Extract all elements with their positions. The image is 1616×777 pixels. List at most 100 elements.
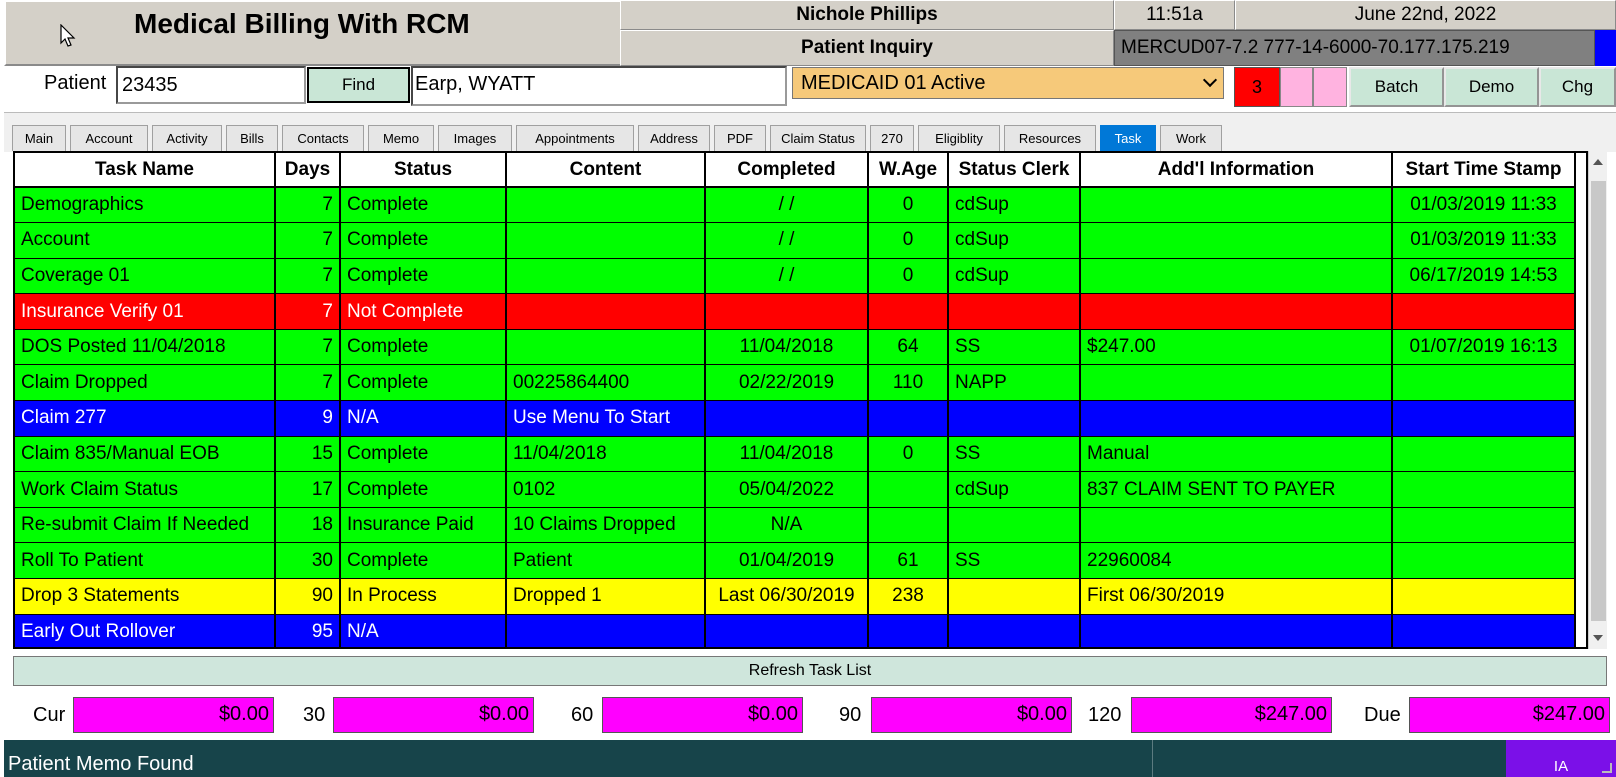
status-cell: N/A [340,400,507,437]
refresh-task-list-button[interactable]: Refresh Task List [13,656,1607,686]
grid-scrollbar[interactable] [1588,151,1607,649]
alert-count-badge[interactable]: 3 [1234,67,1280,107]
tab-memo[interactable]: Memo [368,125,434,151]
task-row[interactable]: Coverage 01 7 Complete / /0 cdSup 06/17/2019 … [15,258,1576,295]
aging-value-60: $0.00 [602,697,803,733]
content-cell [506,293,706,330]
tab-appointments[interactable]: Appointments [516,125,634,151]
task-name-cell: Claim 835/Manual EOB [15,436,276,473]
screen-title: Patient Inquiry [620,30,1114,66]
task-name-cell: DOS Posted 11/04/2018 [15,329,276,366]
patient-name-field[interactable]: Earp, WYATT [411,66,787,106]
task-grid[interactable]: Task Name Days Status Content Completed … [13,151,1588,649]
chevron-down-icon [1202,72,1218,88]
tab-claim-status[interactable]: Claim Status [770,125,866,151]
find-button[interactable]: Find [307,67,410,103]
completed-cell: Last 06/30/2019 [705,578,869,615]
status-cell: N/A [340,614,507,647]
content-cell [506,258,706,295]
tab-account[interactable]: Account [70,125,148,151]
col-task-name[interactable]: Task Name [15,153,276,188]
status-clerk-cell: cdSup [948,258,1081,295]
task-row[interactable]: Re-submit Claim If Needed 18 Insurance Pai… [15,507,1576,544]
task-row[interactable]: Early Out Rollover 95 N/A [15,614,1576,647]
col-status[interactable]: Status [340,153,507,188]
completed-cell: 02/22/2019 [705,364,869,402]
task-name-cell: Claim Dropped [15,364,276,402]
task-row[interactable]: Work Claim Status 17 Complete 0102 05/04/202… [15,471,1576,508]
w-age-cell: 64 [868,329,949,366]
task-name-cell: Account [15,222,276,259]
connection-info: MERCUD07-7.2 777-14-6000-70.177.175.219 [1114,30,1595,66]
col-days[interactable]: Days [275,153,341,188]
tab-images[interactable]: Images [438,125,512,151]
task-table: Task Name Days Status Content Completed … [15,153,1576,647]
tab-main[interactable]: Main [12,125,66,151]
tab-pdf[interactable]: PDF [714,125,766,151]
content-cell [506,329,706,366]
task-row[interactable]: Claim Dropped 7 Complete 00225864400 02/22/2… [15,364,1576,402]
flag-box-1[interactable] [1280,67,1313,107]
user-name: Nichole Phillips [620,0,1114,30]
content-cell: Patient [506,542,706,580]
task-name-cell: Coverage 01 [15,258,276,295]
status-cell: Complete [340,471,507,508]
completed-cell: 01/04/2019 [705,542,869,580]
w-age-cell: 0 [868,222,949,259]
task-name-cell: Early Out Rollover [15,614,276,647]
status-cell: Complete [340,222,507,259]
col-status-clerk[interactable]: Status Clerk [948,153,1081,188]
task-row[interactable]: Claim 277 9 N/A Use Menu To Start [15,400,1576,437]
start-time-cell [1392,364,1576,402]
scroll-thumb[interactable] [1591,181,1606,621]
content-cell [506,222,706,259]
col-addl-information[interactable]: Add'l Information [1080,153,1393,188]
start-time-cell [1392,471,1576,508]
task-row[interactable]: Roll To Patient 30 Complete Patient 01/04/20… [15,542,1576,580]
col-start-time-stamp[interactable]: Start Time Stamp [1392,153,1576,188]
ia-label: IA [1553,758,1569,775]
tab-address[interactable]: Address [638,125,710,151]
addl-info-cell: 837 CLAIM SENT TO PAYER [1080,471,1393,508]
task-row[interactable]: Demographics 7 Complete / /0 cdSup 01/03/2019… [15,187,1576,224]
tab-task[interactable]: Task [1100,125,1156,151]
col-w-age[interactable]: W.Age [868,153,949,188]
addl-info-cell: 22960084 [1080,542,1393,580]
status-cell: In Process [340,578,507,615]
status-cell: Complete [340,364,507,402]
tab-270[interactable]: 270 [870,125,914,151]
addl-info-cell: $247.00 [1080,329,1393,366]
start-time-cell: 01/07/2019 16:13 [1392,329,1576,366]
col-content[interactable]: Content [506,153,706,188]
w-age-cell [868,400,949,437]
addl-info-cell: First 06/30/2019 [1080,578,1393,615]
tab-activity[interactable]: Activity [152,125,222,151]
tab-bills[interactable]: Bills [226,125,278,151]
task-row[interactable]: Drop 3 Statements 90 In Process Dropped 1 La… [15,578,1576,615]
col-completed[interactable]: Completed [705,153,869,188]
task-row[interactable]: DOS Posted 11/04/2018 7 Complete 11/04/2018… [15,329,1576,366]
task-row[interactable]: Account 7 Complete / /0 cdSup 01/03/2019 11:3… [15,222,1576,259]
tab-eligibility[interactable]: Eligiblity [918,125,1000,151]
resize-grip-icon[interactable] [1602,763,1612,773]
ia-indicator: IA [1506,740,1616,777]
chg-button[interactable]: Chg [1539,67,1616,107]
scroll-down-arrow-icon[interactable] [1593,635,1603,641]
tab-work[interactable]: Work [1160,125,1222,151]
task-row[interactable]: Insurance Verify 01 7 Not Complete [15,293,1576,330]
coverage-select[interactable]: MEDICAID 01 Active [792,67,1224,99]
demo-button[interactable]: Demo [1444,67,1539,107]
addl-info-cell [1080,364,1393,402]
scroll-up-arrow-icon[interactable] [1593,159,1603,165]
task-row[interactable]: Claim 835/Manual EOB 15 Complete 11/04/2018… [15,436,1576,473]
w-age-cell [868,293,949,330]
status-clerk-cell: cdSup [948,471,1081,508]
tab-resources[interactable]: Resources [1004,125,1096,151]
flag-box-2[interactable] [1313,67,1347,107]
days-cell: 7 [275,187,341,224]
status-clerk-cell: NAPP [948,364,1081,402]
status-clerk-cell: cdSup [948,187,1081,224]
batch-button[interactable]: Batch [1349,67,1444,107]
tab-contacts[interactable]: Contacts [282,125,364,151]
patient-id-input[interactable]: 23435 [116,66,306,104]
